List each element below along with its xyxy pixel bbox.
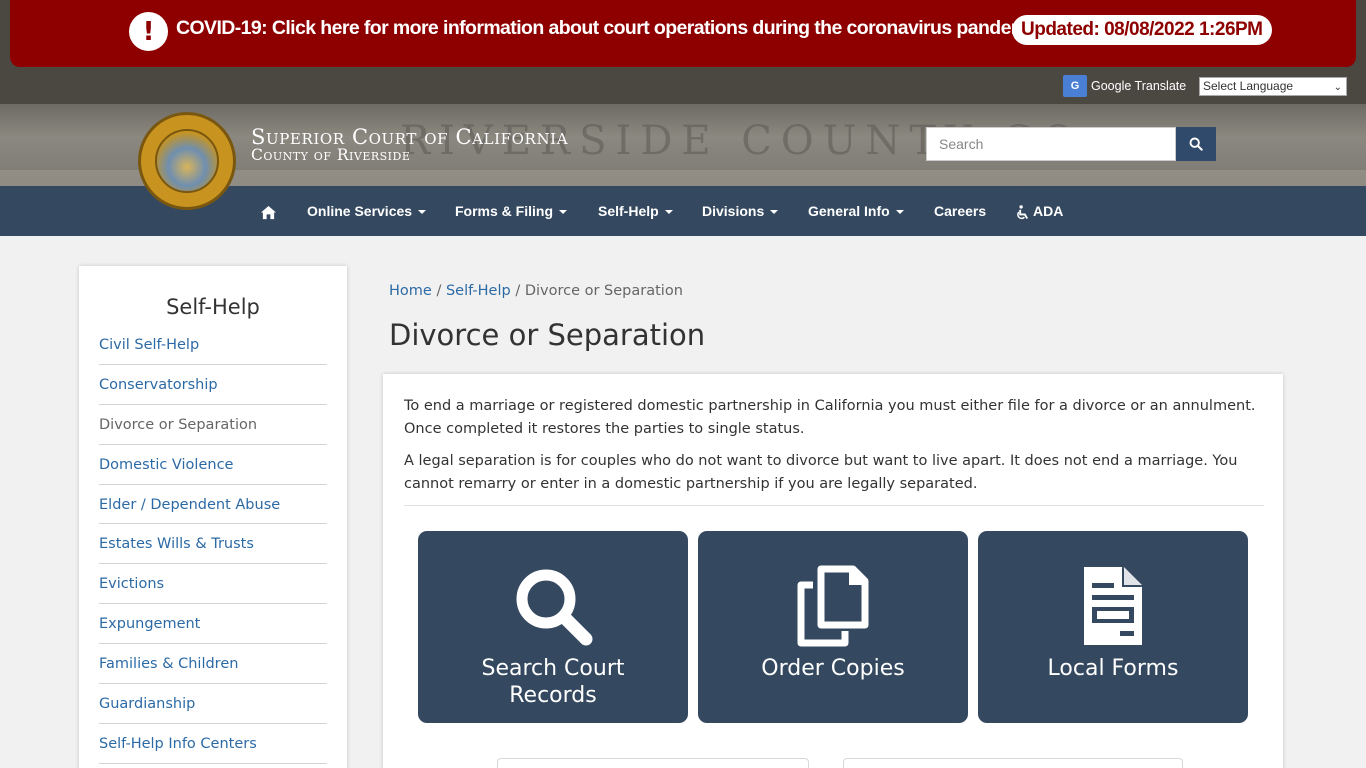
language-select[interactable]: Select Language ⌄ bbox=[1199, 77, 1347, 96]
updated-badge: Updated: 08/08/2022 1:26PM bbox=[1012, 15, 1272, 45]
caret-down-icon bbox=[664, 210, 673, 215]
covid-alert-link[interactable]: COVID-19: Click here for more informatio… bbox=[176, 17, 1043, 40]
page-title: Divorce or Separation bbox=[389, 318, 706, 352]
sidebar-list: Civil Self-Help Conservatorship Divorce … bbox=[99, 325, 327, 764]
breadcrumb-current: Divorce or Separation bbox=[524, 283, 683, 299]
chevron-down-icon: ⌄ bbox=[1333, 82, 1342, 93]
wheelchair-icon bbox=[1017, 204, 1029, 219]
order-copies-tile[interactable]: Order Copies bbox=[698, 531, 968, 723]
nav-general-info[interactable]: General Info bbox=[808, 186, 904, 236]
site-subtitle[interactable]: County of Riverside bbox=[251, 146, 410, 164]
intro-paragraph: To end a marriage or registered domestic… bbox=[404, 398, 1256, 437]
nav-label: Forms & Filing bbox=[455, 203, 553, 219]
home-icon bbox=[261, 205, 276, 219]
nav-online-services[interactable]: Online Services bbox=[307, 186, 427, 236]
caret-down-icon bbox=[895, 210, 904, 215]
google-translate-icon: G bbox=[1063, 75, 1087, 97]
seal-emblem bbox=[155, 129, 219, 193]
legal-separation-paragraph: A legal separation is for couples who do… bbox=[404, 453, 1238, 492]
sidebar-item-families-children[interactable]: Families & Children bbox=[99, 644, 327, 685]
content-card: To end a marriage or registered domestic… bbox=[383, 374, 1283, 768]
sidebar-item-expungement[interactable]: Expungement bbox=[99, 604, 327, 645]
nav-label: Divisions bbox=[702, 203, 765, 219]
sidebar-item-guardianship[interactable]: Guardianship bbox=[99, 684, 327, 724]
copy-icon bbox=[698, 565, 968, 647]
local-forms-tile[interactable]: Local Forms bbox=[978, 531, 1248, 723]
breadcrumb-home[interactable]: Home bbox=[389, 283, 432, 299]
exclamation-circle-icon: ! bbox=[129, 12, 168, 51]
tile-label: Records bbox=[509, 683, 597, 708]
search-input[interactable]: Search bbox=[926, 127, 1176, 161]
content-divider bbox=[404, 505, 1264, 506]
sidebar-item-divorce-or-separation[interactable]: Divorce or Separation bbox=[99, 405, 327, 445]
tile-label: Order Copies bbox=[761, 656, 905, 681]
google-translate: G Google Translate bbox=[1063, 75, 1191, 97]
tile-label: Search Court bbox=[481, 656, 625, 681]
sidebar-item-self-help-info-centers[interactable]: Self-Help Info Centers bbox=[99, 724, 327, 764]
tile-label: Local Forms bbox=[1047, 656, 1179, 681]
caret-down-icon bbox=[559, 210, 567, 215]
caret-down-icon bbox=[770, 210, 779, 215]
sidebar-item-domestic-violence[interactable]: Domestic Violence bbox=[99, 445, 327, 485]
search-icon bbox=[1189, 137, 1203, 151]
court-seal-logo[interactable] bbox=[138, 112, 236, 210]
sidebar: Self-Help Civil Self-Help Conservatorshi… bbox=[79, 266, 347, 768]
nav-label: Careers bbox=[934, 203, 987, 219]
breadcrumb: Home / Self-Help / Divorce or Separation bbox=[389, 283, 683, 299]
sidebar-item-conservatorship[interactable]: Conservatorship bbox=[99, 365, 327, 405]
search-court-records-tile[interactable]: Search Court Records bbox=[418, 531, 688, 723]
sub-tile[interactable] bbox=[843, 758, 1183, 768]
sidebar-item-elder-dependent-abuse[interactable]: Elder / Dependent Abuse bbox=[99, 485, 327, 525]
search-button[interactable] bbox=[1176, 127, 1216, 161]
google-translate-label: Google Translate bbox=[1091, 79, 1187, 93]
nav-label: General Info bbox=[808, 203, 890, 219]
nav-careers[interactable]: Careers bbox=[934, 186, 986, 236]
language-select-value: Select Language bbox=[1203, 79, 1294, 93]
breadcrumb-separator: / bbox=[515, 283, 521, 299]
sidebar-title: Self-Help bbox=[166, 295, 260, 319]
nav-ada[interactable]: ADA bbox=[1016, 186, 1063, 236]
breadcrumb-self-help[interactable]: Self-Help bbox=[446, 283, 511, 299]
nav-self-help[interactable]: Self-Help bbox=[598, 186, 673, 236]
file-icon bbox=[978, 565, 1248, 647]
sidebar-item-civil-self-help[interactable]: Civil Self-Help bbox=[99, 325, 327, 365]
nav-home[interactable] bbox=[260, 186, 277, 236]
sidebar-item-evictions[interactable]: Evictions bbox=[99, 564, 327, 605]
nav-divisions[interactable]: Divisions bbox=[702, 186, 779, 236]
covid-alert-banner[interactable]: ! COVID-19: Click here for more informat… bbox=[10, 0, 1356, 67]
nav-label: Self-Help bbox=[598, 203, 659, 219]
nav-label: ADA bbox=[1033, 203, 1064, 219]
search-icon bbox=[418, 565, 688, 647]
nav-forms-filing[interactable]: Forms & Filing bbox=[455, 186, 567, 236]
breadcrumb-separator: / bbox=[436, 283, 442, 299]
sidebar-item-estates-wills-trusts[interactable]: Estates Wills & Trusts bbox=[99, 524, 327, 565]
sub-tile[interactable] bbox=[497, 758, 809, 768]
nav-label: Online Services bbox=[307, 203, 413, 219]
caret-down-icon bbox=[418, 210, 427, 215]
